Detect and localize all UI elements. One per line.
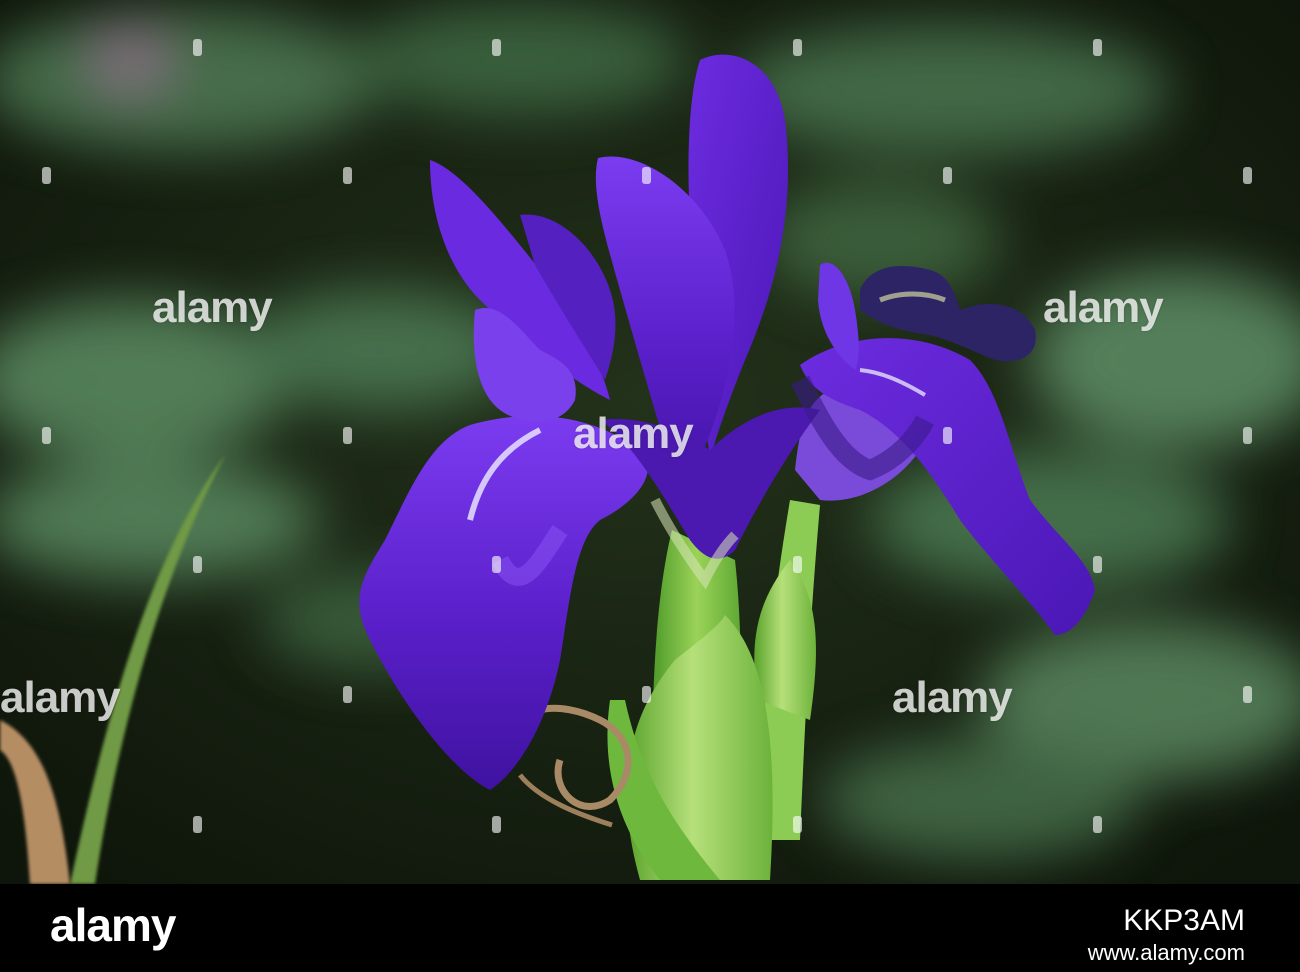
footer-url: www.alamy.com <box>1087 940 1245 965</box>
iris-photo <box>0 0 1300 884</box>
image-id: KKP3AM <box>1123 904 1245 937</box>
footer-logo: alamy <box>50 899 176 951</box>
iris-photo-graphic <box>0 0 1300 884</box>
